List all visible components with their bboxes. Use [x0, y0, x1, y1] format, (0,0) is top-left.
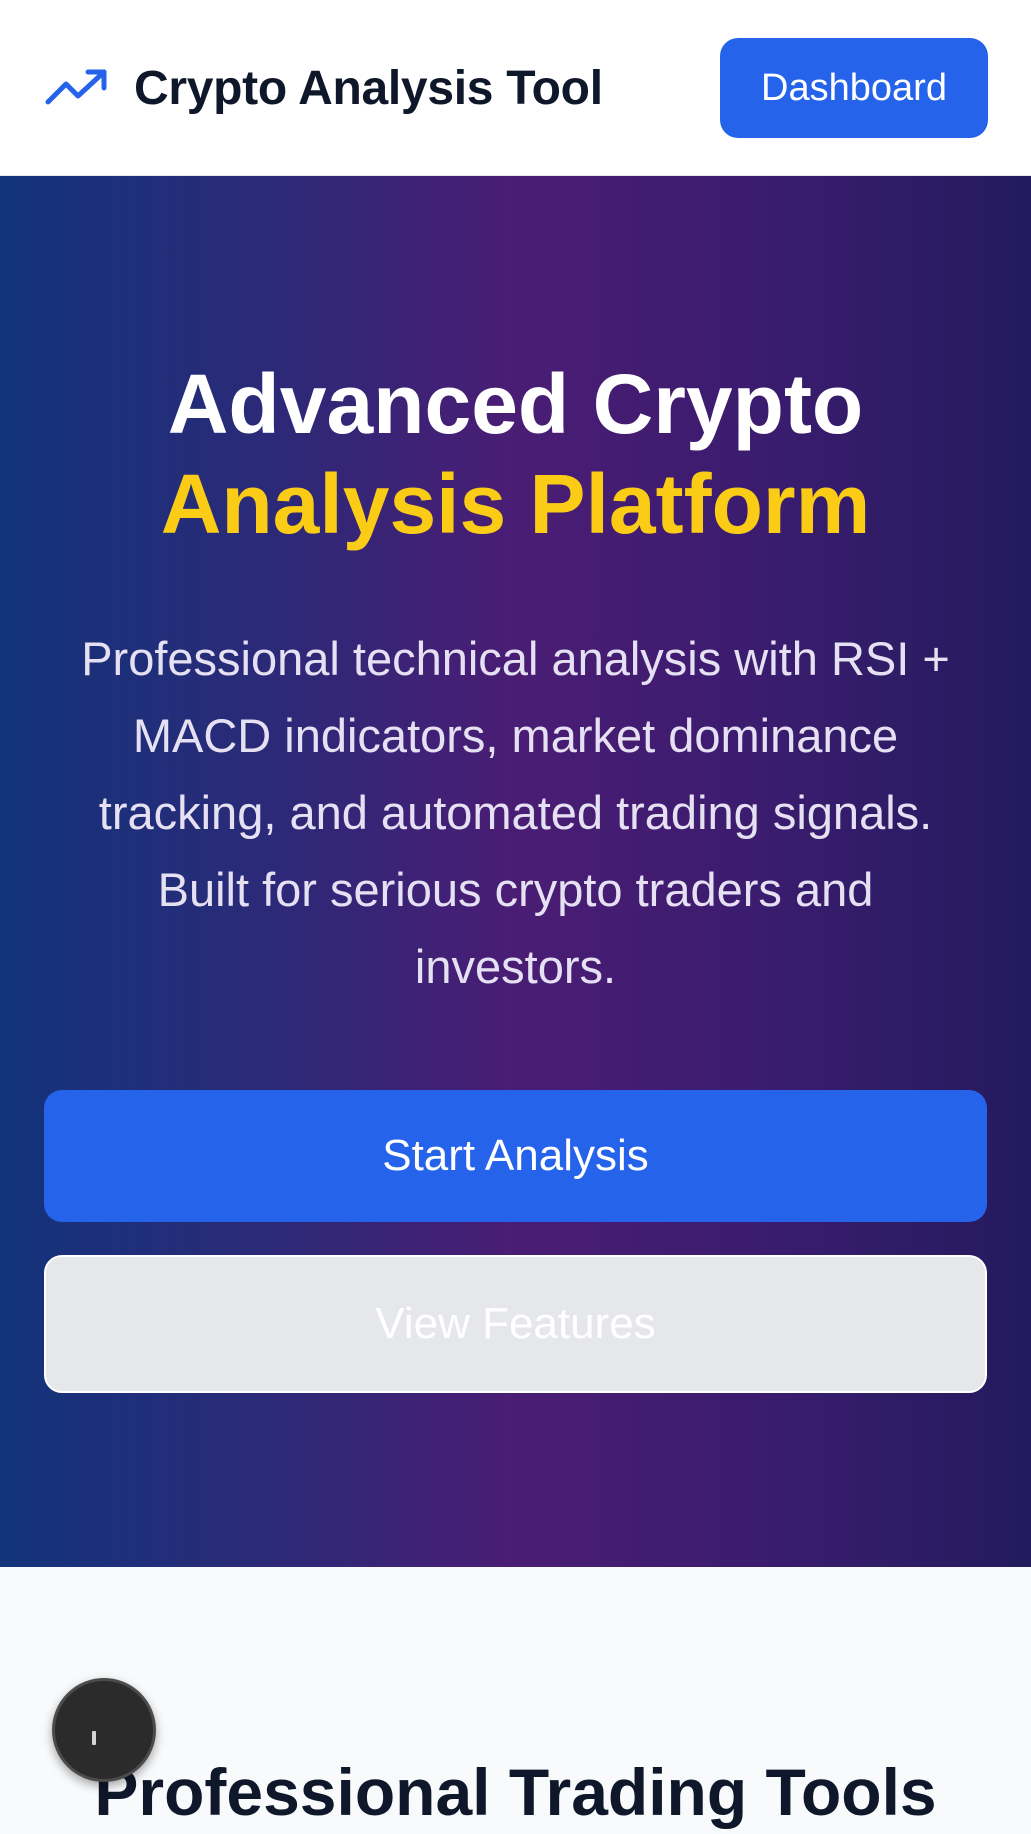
top-navbar: Crypto Analysis Tool Dashboard: [0, 0, 1031, 176]
dashboard-button[interactable]: Dashboard: [720, 38, 988, 138]
hero-section: Advanced Crypto Analysis Platform Profes…: [0, 176, 1031, 1567]
features-heading: Professional Trading Tools: [94, 1755, 937, 1829]
brand[interactable]: Crypto Analysis Tool: [44, 58, 603, 118]
floating-action-button[interactable]: [52, 1678, 156, 1782]
hero-title-line1: Advanced Crypto: [167, 357, 864, 451]
app-title: Crypto Analysis Tool: [134, 61, 603, 115]
hero-title-line2: Analysis Platform: [160, 457, 871, 551]
floating-action-icon: [92, 1731, 96, 1745]
trending-up-icon: [45, 69, 107, 105]
features-section: Professional Trading Tools: [0, 1567, 1031, 1834]
hero-description: Professional technical analysis with RSI…: [81, 632, 950, 993]
view-features-button[interactable]: View Features: [44, 1255, 987, 1393]
start-analysis-button[interactable]: Start Analysis: [44, 1090, 987, 1222]
